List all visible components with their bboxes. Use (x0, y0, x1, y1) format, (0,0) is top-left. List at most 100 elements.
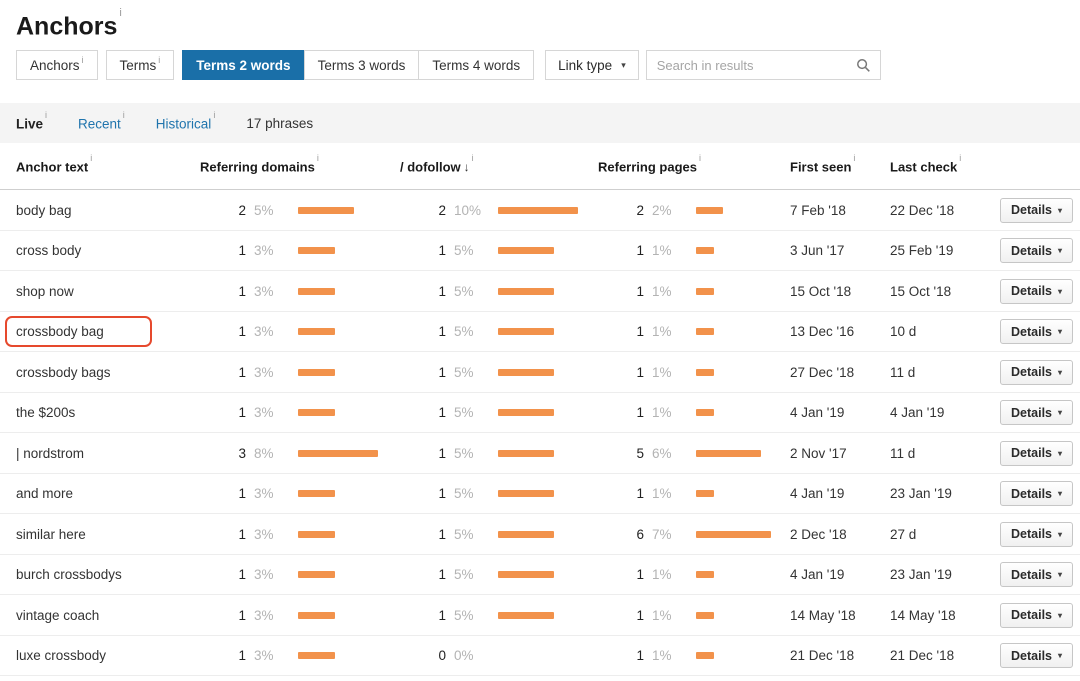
details-label: Details (1011, 284, 1052, 298)
tab-terms-4-words[interactable]: Terms 4 words (418, 50, 534, 80)
column-header-last-check[interactable]: Last checki (874, 158, 984, 174)
link-type-dropdown[interactable]: Link type ▾ (545, 50, 639, 80)
details-button[interactable]: Details▾ (1000, 643, 1073, 668)
chevron-down-icon: ▾ (1058, 530, 1062, 539)
dofollow-percent: 0% (454, 648, 490, 663)
details-button[interactable]: Details▾ (1000, 360, 1073, 385)
dofollow-cell: 15% (384, 486, 582, 501)
details-button[interactable]: Details ▾ (1000, 522, 1073, 547)
last-check-value: 27 d (874, 527, 984, 542)
column-header-first-seen[interactable]: First seeni (774, 158, 874, 174)
dofollow-cell: 15% (384, 365, 582, 380)
referring-domains-cell: 13% (184, 486, 384, 501)
column-header-anchor-text[interactable]: Anchor texti (0, 158, 184, 174)
anchor-cell: crossbody bag (0, 316, 184, 347)
anchor-cell: shop now (0, 284, 184, 299)
details-label: Details (1011, 325, 1052, 339)
tab-anchors[interactable]: Anchorsi (16, 50, 98, 80)
dofollow-count: 0 (400, 648, 446, 663)
referring-pages-count: 1 (598, 365, 644, 380)
dofollow-cell: 1 5% (384, 567, 582, 582)
dofollow-count: 1 (400, 567, 446, 582)
tab-terms-3-words[interactable]: Terms 3 words (304, 50, 420, 80)
referring-domains-count: 1 (200, 648, 246, 663)
table-row: burch crossbodys13%15%11%4 Jan '1923 Jan… (0, 555, 1080, 596)
details-button[interactable]: Details▾ (1000, 400, 1073, 425)
details-label: Details (1011, 527, 1052, 541)
mode-live[interactable]: Livei (16, 115, 47, 132)
details-button[interactable]: Details▾ (1000, 603, 1073, 628)
details-button[interactable]: Details▾ (1000, 279, 1073, 304)
anchor-cell: burch crossbodys (0, 567, 184, 582)
last-check-value: 23 Jan '19 (874, 567, 984, 582)
percent-bar (298, 612, 335, 619)
referring-domains-percent: 8% (254, 446, 290, 461)
referring-domains-count: 3 (200, 446, 246, 461)
mode-recent[interactable]: Recenti (78, 115, 125, 132)
table-row: the $200s13%15%11%4 Jan '194 Jan '19Deta… (0, 393, 1080, 434)
mode-historical[interactable]: Historicali (156, 115, 216, 132)
dofollow-count: 1 (400, 284, 446, 299)
referring-domains-count: 1 (200, 405, 246, 420)
actions-cell: Details▾ (984, 400, 1080, 425)
referring-pages-count: 1 (598, 284, 644, 299)
anchor-text: vintage coach (16, 608, 99, 623)
details-button[interactable]: Details▾ (1000, 198, 1073, 223)
anchor-text-highlighted: crossbody bag (5, 316, 152, 347)
referring-pages-cell: 22% (582, 203, 774, 218)
referring-domains-cell: 13% (184, 365, 384, 380)
column-header-referring-pages[interactable]: Referring pagesi (582, 158, 774, 174)
chevron-down-icon: ▾ (1058, 246, 1062, 255)
column-header-dofollow[interactable]: / dofollow↓i (384, 158, 582, 174)
anchor-cell: luxe crossbody (0, 648, 184, 663)
tab-terms-2-words[interactable]: Terms 2 words (182, 50, 304, 80)
referring-pages-cell: 67% (582, 527, 774, 542)
last-check-value: 11 d (874, 365, 984, 380)
referring-domains-percent: 3% (254, 405, 290, 420)
mode-label: Recent (78, 117, 121, 132)
referring-domains-percent: 3% (254, 486, 290, 501)
search-icon[interactable] (848, 51, 880, 79)
search-input[interactable] (647, 51, 848, 79)
details-button[interactable]: Details▾ (1000, 481, 1073, 506)
column-header-referring-domains[interactable]: Referring domainsi (184, 158, 384, 174)
percent-bar (696, 652, 714, 659)
referring-pages-cell: 11% (582, 365, 774, 380)
percent-bar (696, 409, 714, 416)
anchor-text: burch crossbodys (16, 567, 122, 582)
phrases-count: 17 phrases (246, 116, 313, 131)
details-button[interactable]: Details▾ (1000, 441, 1073, 466)
percent-bar (696, 612, 714, 619)
last-check-value: 22 Dec '18 (874, 203, 984, 218)
referring-pages-count: 6 (598, 527, 644, 542)
dofollow-count: 1 (400, 527, 446, 542)
details-label: Details (1011, 406, 1052, 420)
info-icon: i (699, 153, 701, 163)
percent-bar (696, 369, 714, 376)
tab-label: Terms (120, 58, 157, 73)
anchor-text: similar here (16, 527, 86, 542)
referring-pages-percent: 1% (652, 284, 688, 299)
search-box (646, 50, 881, 80)
tab-bar: Anchorsi TermsiTerms 2 words Terms 3 words… (16, 50, 534, 80)
tab-terms[interactable]: Termsi (106, 50, 175, 80)
referring-pages-count: 5 (598, 446, 644, 461)
dofollow-percent: 5% (454, 567, 490, 582)
percent-bar (696, 531, 771, 538)
referring-pages-cell: 11% (582, 608, 774, 623)
details-button[interactable]: Details▾ (1000, 319, 1073, 344)
table-row: and more13%15%11%4 Jan '1923 Jan '19Deta… (0, 474, 1080, 515)
dofollow-percent: 5% (454, 365, 490, 380)
chevron-down-icon: ▾ (1058, 449, 1062, 458)
details-button[interactable]: Details▾ (1000, 238, 1073, 263)
referring-domains-count: 1 (200, 527, 246, 542)
percent-bar (696, 490, 714, 497)
referring-domains-percent: 3% (254, 527, 290, 542)
percent-bar (298, 328, 335, 335)
anchor-cell: similar here (0, 527, 184, 542)
actions-cell: Details▾ (984, 603, 1080, 628)
details-button[interactable]: Details▾ (1000, 562, 1073, 587)
tab-label: Terms 3 words (318, 58, 406, 73)
referring-pages-percent: 1% (652, 608, 688, 623)
anchor-text: | nordstrom (16, 446, 84, 461)
